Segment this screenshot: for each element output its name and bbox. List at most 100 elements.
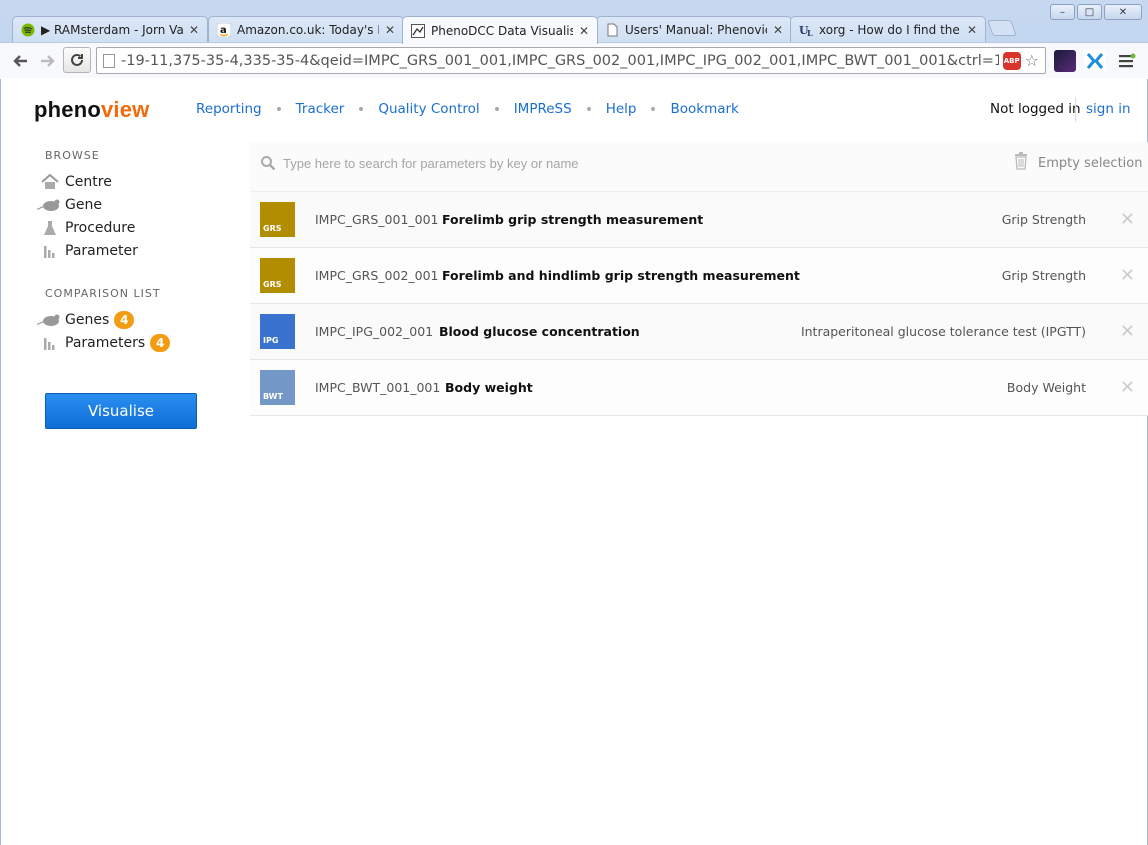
tab-label: xorg - How do I find the X bbox=[819, 23, 961, 37]
amazon-icon: a bbox=[217, 23, 231, 37]
nav-bookmark[interactable]: Bookmark bbox=[670, 101, 738, 117]
sidebar-item-parameters[interactable]: Parameters 4 bbox=[35, 333, 171, 353]
nav-help[interactable]: Help bbox=[606, 101, 637, 117]
browser-tab-amazon[interactable]: a Amazon.co.uk: Today's De ✕ bbox=[208, 16, 404, 43]
address-bar[interactable]: -19-11,375-35-4,335-35-4&qeid=IMPC_GRS_0… bbox=[96, 47, 1046, 74]
adblock-icon[interactable]: ABP bbox=[1002, 51, 1021, 70]
browse-heading: BROWSE bbox=[45, 149, 100, 162]
browser-toolbar: -19-11,375-35-4,335-35-4&qeid=IMPC_GRS_0… bbox=[0, 42, 1148, 78]
nav-reporting[interactable]: Reporting bbox=[196, 101, 262, 117]
comparison-list-heading: COMPARISON LIST bbox=[45, 287, 161, 300]
procedure-badge: IPG bbox=[260, 314, 295, 349]
tab-label: ▶ RAMsterdam - Jorn Var bbox=[41, 23, 183, 37]
nav-quality-control[interactable]: Quality Control bbox=[378, 101, 479, 117]
parameter-name: Forelimb and hindlimb grip strength meas… bbox=[442, 268, 800, 283]
count-badge: 4 bbox=[114, 311, 135, 329]
tab-label: Amazon.co.uk: Today's De bbox=[237, 23, 379, 37]
remove-icon[interactable]: ✕ bbox=[1120, 377, 1135, 398]
procedure-name: Grip Strength bbox=[1001, 268, 1086, 283]
login-status: Not logged in bbox=[990, 101, 1081, 117]
procedure-badge: GRS bbox=[260, 258, 295, 293]
minimize-icon[interactable]: – bbox=[1050, 4, 1075, 20]
search-icon bbox=[260, 155, 276, 175]
phenoview-logo[interactable]: phenoview bbox=[34, 97, 150, 123]
tab-label: Users' Manual: Phenoview bbox=[625, 23, 767, 37]
procedure-name: Grip Strength bbox=[1001, 212, 1086, 227]
divider bbox=[1075, 97, 1076, 122]
sidebar-item-procedure[interactable]: Procedure bbox=[35, 218, 135, 238]
home-icon bbox=[35, 174, 65, 190]
trash-icon bbox=[1014, 152, 1028, 174]
remove-icon[interactable]: ✕ bbox=[1120, 321, 1135, 342]
remove-icon[interactable]: ✕ bbox=[1120, 265, 1135, 286]
sidebar-item-label: Parameters bbox=[65, 335, 146, 351]
maximize-icon[interactable]: □ bbox=[1077, 4, 1102, 20]
remove-icon[interactable]: ✕ bbox=[1120, 209, 1135, 230]
tab-strip: ▶ RAMsterdam - Jorn Var ✕ a Amazon.co.uk… bbox=[0, 0, 1148, 44]
empty-selection-button[interactable]: Empty selection bbox=[1014, 152, 1142, 174]
window-close-icon[interactable]: ✕ bbox=[1104, 4, 1142, 20]
procedure-badge: BWT bbox=[260, 370, 295, 405]
reload-icon[interactable] bbox=[63, 47, 91, 73]
nav-separator bbox=[586, 107, 591, 111]
parameter-name: Body weight bbox=[445, 380, 533, 395]
browser-tab-spotify[interactable]: ▶ RAMsterdam - Jorn Var ✕ bbox=[12, 16, 208, 43]
browser-tab-phenodcc[interactable]: PhenoDCC Data Visualisat ✕ bbox=[402, 16, 598, 44]
bar-chart-icon bbox=[35, 244, 65, 258]
visualise-button[interactable]: Visualise bbox=[45, 393, 197, 429]
extension-icon[interactable] bbox=[1054, 50, 1076, 72]
menu-icon[interactable] bbox=[1116, 51, 1138, 71]
back-arrow-icon[interactable] bbox=[8, 49, 32, 73]
new-tab-button[interactable] bbox=[987, 20, 1017, 36]
parameter-key: IMPC_BWT_001_001 bbox=[315, 380, 441, 395]
browser-tab-askubuntu[interactable]: UL xorg - How do I find the X ✕ bbox=[790, 16, 986, 43]
parameter-key: IMPC_GRS_002_001 bbox=[315, 268, 439, 283]
sidebar-item-centre[interactable]: Centre bbox=[35, 172, 112, 192]
tab-label: PhenoDCC Data Visualisat bbox=[431, 23, 573, 38]
sidebar-item-gene[interactable]: Gene bbox=[35, 195, 102, 215]
page-icon bbox=[605, 23, 619, 37]
nav-tracker[interactable]: Tracker bbox=[296, 101, 345, 117]
parameter-row[interactable]: GRS IMPC_GRS_002_001 Forelimb and hindli… bbox=[250, 248, 1148, 304]
count-badge: 4 bbox=[150, 334, 171, 352]
flask-icon bbox=[35, 220, 65, 236]
phenodcc-icon bbox=[411, 23, 425, 38]
sign-in-link[interactable]: sign in bbox=[1086, 101, 1131, 117]
nav-separator bbox=[651, 107, 656, 111]
logo-part1: pheno bbox=[34, 97, 101, 122]
search-input[interactable] bbox=[283, 156, 983, 171]
sidebar-item-label: Procedure bbox=[65, 220, 136, 236]
page: phenoview Reporting Tracker Quality Cont… bbox=[0, 79, 1148, 845]
parameter-row[interactable]: IPG IMPC_IPG_002_001 Blood glucose conce… bbox=[250, 304, 1148, 360]
close-tab-icon[interactable]: ✕ bbox=[773, 23, 783, 37]
forward-arrow-icon[interactable] bbox=[36, 49, 60, 73]
nav-separator bbox=[359, 107, 364, 111]
bookmark-star-icon[interactable]: ☆ bbox=[1025, 51, 1039, 70]
sidebar-item-label: Genes bbox=[65, 312, 110, 328]
close-tab-icon[interactable]: ✕ bbox=[579, 24, 589, 38]
sidebar-item-genes[interactable]: Genes 4 bbox=[35, 310, 135, 330]
nav-separator bbox=[276, 107, 281, 111]
browser-chrome: ▶ RAMsterdam - Jorn Var ✕ a Amazon.co.uk… bbox=[0, 0, 1148, 78]
browser-tab-manual[interactable]: Users' Manual: Phenoview ✕ bbox=[596, 16, 792, 43]
parameter-name: Blood glucose concentration bbox=[439, 324, 640, 339]
sidebar-item-label: Gene bbox=[65, 197, 102, 213]
close-tab-icon[interactable]: ✕ bbox=[189, 23, 199, 37]
close-tab-icon[interactable]: ✕ bbox=[385, 23, 395, 37]
close-tab-icon[interactable]: ✕ bbox=[967, 23, 977, 37]
url-text[interactable]: -19-11,375-35-4,335-35-4&qeid=IMPC_GRS_0… bbox=[121, 53, 999, 69]
nav-impress[interactable]: IMPReSS bbox=[514, 101, 572, 117]
procedure-name: Body Weight bbox=[1006, 380, 1086, 395]
window-controls: – □ ✕ bbox=[1050, 4, 1142, 20]
parameter-key: IMPC_GRS_001_001 bbox=[315, 212, 439, 227]
parameter-row[interactable]: BWT IMPC_BWT_001_001 Body weight Body We… bbox=[250, 360, 1148, 416]
page-icon bbox=[103, 53, 115, 68]
empty-selection-label: Empty selection bbox=[1038, 155, 1143, 171]
mouse-icon bbox=[35, 198, 65, 212]
sidebar-item-parameter[interactable]: Parameter bbox=[35, 241, 138, 261]
bar-chart-icon bbox=[35, 336, 65, 350]
sidebar-item-label: Parameter bbox=[65, 243, 138, 259]
parameter-row[interactable]: GRS IMPC_GRS_001_001 Forelimb grip stren… bbox=[250, 192, 1148, 248]
extension-icon[interactable] bbox=[1084, 50, 1106, 72]
parameter-key: IMPC_IPG_002_001 bbox=[315, 324, 434, 339]
